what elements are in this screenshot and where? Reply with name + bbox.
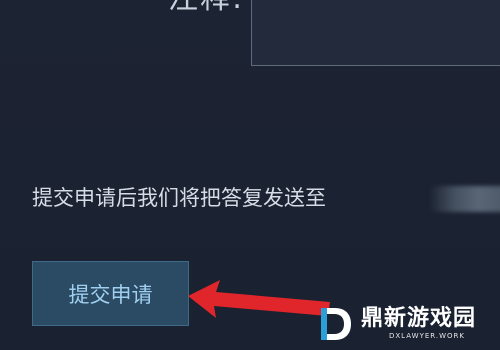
note-textarea[interactable] (251, 0, 500, 66)
d-logo-icon (321, 308, 351, 340)
watermark: 鼎新游戏园 DXLAWYER.WORK (305, 298, 500, 350)
watermark-subtitle: DXLAWYER.WORK (389, 332, 465, 340)
screen: 注释: 提交申请后我们将把答复发送至 提交申请 鼎新游戏园 DXLAWYER.W… (0, 0, 500, 350)
note-label: 注释: (168, 0, 244, 14)
submit-application-button[interactable]: 提交申请 (32, 261, 189, 326)
watermark-title: 鼎新游戏园 (361, 306, 477, 331)
blurred-email (430, 186, 500, 212)
reply-info-text: 提交申请后我们将把答复发送至 (32, 186, 326, 210)
submit-button-label: 提交申请 (68, 282, 153, 307)
